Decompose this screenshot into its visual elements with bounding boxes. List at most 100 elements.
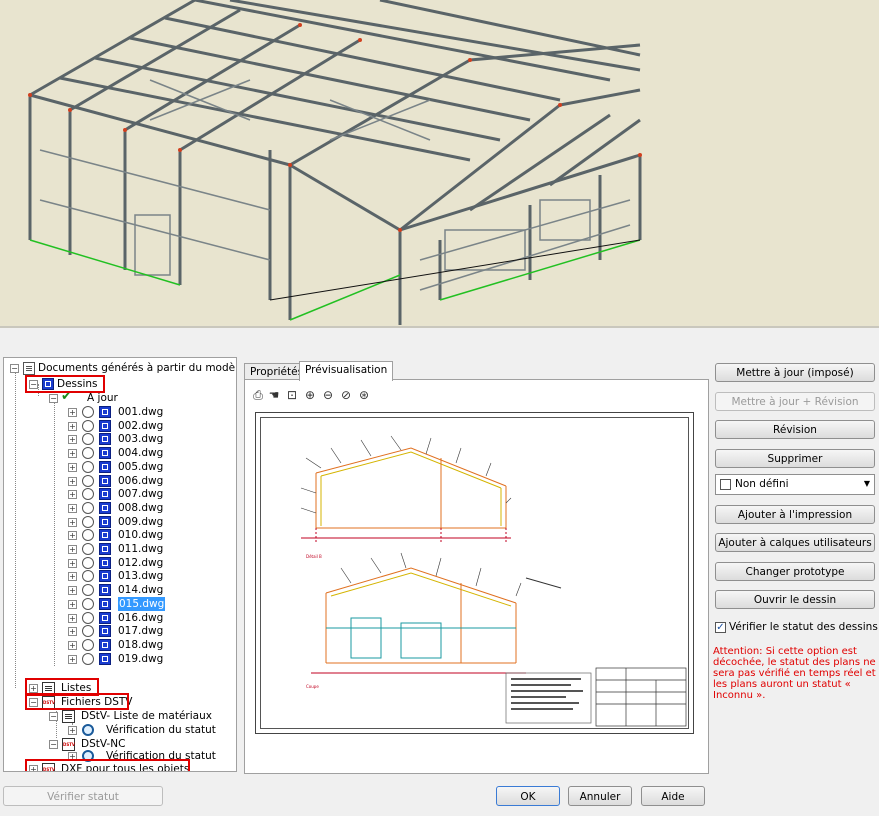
document-tree[interactable]: − Documents générés à partir du modèle −… <box>3 357 237 772</box>
dwg-label: 011.dwg <box>118 543 164 555</box>
status-circle-icon <box>82 625 94 638</box>
zoom-fit-icon[interactable]: ⊛ <box>357 388 371 402</box>
expand-icon[interactable]: + <box>68 421 77 431</box>
ok-button[interactable]: OK <box>496 786 560 806</box>
model-viewport[interactable] <box>0 0 879 326</box>
dwg-label: 002.dwg <box>118 419 164 432</box>
tree-item-dwg[interactable]: +017.dwg <box>68 624 178 638</box>
status-circle-icon <box>82 488 94 501</box>
dwg-icon <box>99 584 111 597</box>
tree-item-dwg[interactable]: +016.dwg <box>68 611 178 625</box>
verifier-statut-button[interactable]: Vérifier statut <box>3 786 163 806</box>
dwg-icon <box>99 501 111 514</box>
expand-icon[interactable]: + <box>68 654 77 664</box>
dwg-label: 015.dwg <box>118 596 166 611</box>
zoom-in-icon[interactable]: ⊕ <box>303 388 317 402</box>
verifier-statut-checkbox-label: Vérifier le statut des dessins <box>729 621 878 633</box>
expand-icon[interactable]: + <box>68 462 77 472</box>
status-circle-icon <box>82 570 94 583</box>
expand-icon[interactable]: + <box>68 517 77 527</box>
zoom-previous-icon[interactable]: ⊘ <box>339 388 353 402</box>
changer-prototype-button[interactable]: Changer prototype <box>715 562 875 581</box>
tree-item-verif-statut-1[interactable]: + Vérification du statut <box>68 723 228 737</box>
drawing-preview[interactable]: Détail B Coupe <box>255 412 694 734</box>
tree-item-dwg[interactable]: +009.dwg <box>68 515 178 529</box>
dwg-label: 008.dwg <box>118 501 164 514</box>
tree-item-dwg[interactable]: +015.dwg <box>68 596 178 611</box>
dwg-label: 013.dwg <box>118 570 164 583</box>
expand-icon[interactable]: + <box>68 531 77 541</box>
tree-item-dwg[interactable]: +012.dwg <box>68 556 178 570</box>
preview-label-2: Coupe <box>306 684 319 689</box>
mettre-a-jour-revision-button[interactable]: Mettre à jour + Révision <box>715 392 875 411</box>
expand-icon[interactable]: + <box>68 503 77 513</box>
pan-icon[interactable]: ☚ <box>267 388 281 402</box>
tree-item-dwg[interactable]: +014.dwg <box>68 583 178 597</box>
annuler-button[interactable]: Annuler <box>568 786 632 806</box>
expand-icon[interactable]: + <box>68 627 77 637</box>
expand-icon[interactable]: + <box>68 545 77 554</box>
collapse-icon[interactable]: − <box>49 394 58 403</box>
tree-root[interactable]: − Documents générés à partir du modèle <box>10 361 236 375</box>
drawing-sheet: Détail B Coupe <box>300 435 687 727</box>
zoom-out-icon[interactable]: ⊖ <box>321 388 335 402</box>
dwg-label: 005.dwg <box>118 460 164 473</box>
print-icon[interactable]: ⎙ <box>251 388 265 402</box>
supprimer-button[interactable]: Supprimer <box>715 449 875 468</box>
tree-item-a-jour[interactable]: − ✔ À jour <box>49 390 129 405</box>
revision-button[interactable]: Révision <box>715 420 875 439</box>
expand-icon[interactable]: + <box>68 586 77 596</box>
tree-item-dwg[interactable]: +001.dwg <box>68 405 178 419</box>
tree-item-dwg[interactable]: +011.dwg <box>68 542 178 556</box>
tree-item-dwg[interactable]: +007.dwg <box>68 487 178 501</box>
dwg-icon <box>99 543 111 555</box>
tree-item-dwg[interactable]: +010.dwg <box>68 528 178 542</box>
dwg-label: 012.dwg <box>118 556 164 569</box>
mettre-a-jour-button[interactable]: Mettre à jour (imposé) <box>715 363 875 382</box>
magnifier-icon <box>82 724 94 736</box>
expand-icon[interactable]: + <box>68 599 77 609</box>
ajouter-calques-button[interactable]: Ajouter à calques utilisateurs <box>715 533 875 552</box>
expand-icon[interactable]: + <box>68 640 77 650</box>
expand-icon[interactable]: + <box>68 613 77 623</box>
expand-icon[interactable]: + <box>68 408 77 417</box>
aide-button[interactable]: Aide <box>641 786 705 806</box>
tree-item-dwg[interactable]: +018.dwg <box>68 638 178 652</box>
status-circle-icon <box>82 597 94 610</box>
list-icon <box>62 710 75 723</box>
expand-icon[interactable]: + <box>68 435 77 445</box>
dwg-label: 018.dwg <box>118 638 164 651</box>
tree-item-dwg[interactable]: +013.dwg <box>68 569 178 583</box>
dwg-icon <box>99 597 111 610</box>
expand-icon[interactable]: + <box>68 449 77 459</box>
expand-icon[interactable]: + <box>68 558 77 568</box>
tree-item-dwg[interactable]: +002.dwg <box>68 419 178 433</box>
status-select[interactable]: Non défini ▼ <box>715 474 875 495</box>
ajouter-impression-button[interactable]: Ajouter à l'impression <box>715 505 875 524</box>
status-circle-icon <box>82 611 94 624</box>
status-circle-icon <box>82 515 94 528</box>
dwg-icon <box>99 611 111 624</box>
tab-previsualisation[interactable]: Prévisualisation <box>299 361 394 381</box>
zoom-window-icon[interactable]: ⊡ <box>285 388 299 402</box>
tree-item-dwg[interactable]: +003.dwg <box>68 432 178 446</box>
warning-text: Attention: Si cette option est décochée,… <box>713 646 876 701</box>
expand-icon[interactable]: + <box>68 726 77 735</box>
ouvrir-dessin-button[interactable]: Ouvrir le dessin <box>715 590 875 609</box>
tree-item-dwg[interactable]: +004.dwg <box>68 446 178 460</box>
verifier-statut-checkbox[interactable]: ✓ <box>715 622 726 633</box>
tree-item-dstv-materiaux[interactable]: − DStV- Liste de matériaux <box>49 709 229 723</box>
collapse-icon[interactable]: − <box>49 740 58 749</box>
expand-icon[interactable]: + <box>68 476 77 486</box>
dwg-label: 007.dwg <box>118 488 164 501</box>
tree-item-dwg[interactable]: +005.dwg <box>68 460 178 474</box>
expand-icon[interactable]: + <box>68 572 77 582</box>
tree-item-dwg[interactable]: +008.dwg <box>68 501 178 515</box>
dwg-icon <box>99 529 111 542</box>
expand-icon[interactable]: + <box>68 490 77 500</box>
collapse-icon[interactable]: − <box>10 364 19 373</box>
tree-item-dwg[interactable]: +019.dwg <box>68 652 178 666</box>
status-circle-icon <box>82 433 94 446</box>
collapse-icon[interactable]: − <box>49 712 58 721</box>
tree-item-dwg[interactable]: +006.dwg <box>68 474 178 488</box>
